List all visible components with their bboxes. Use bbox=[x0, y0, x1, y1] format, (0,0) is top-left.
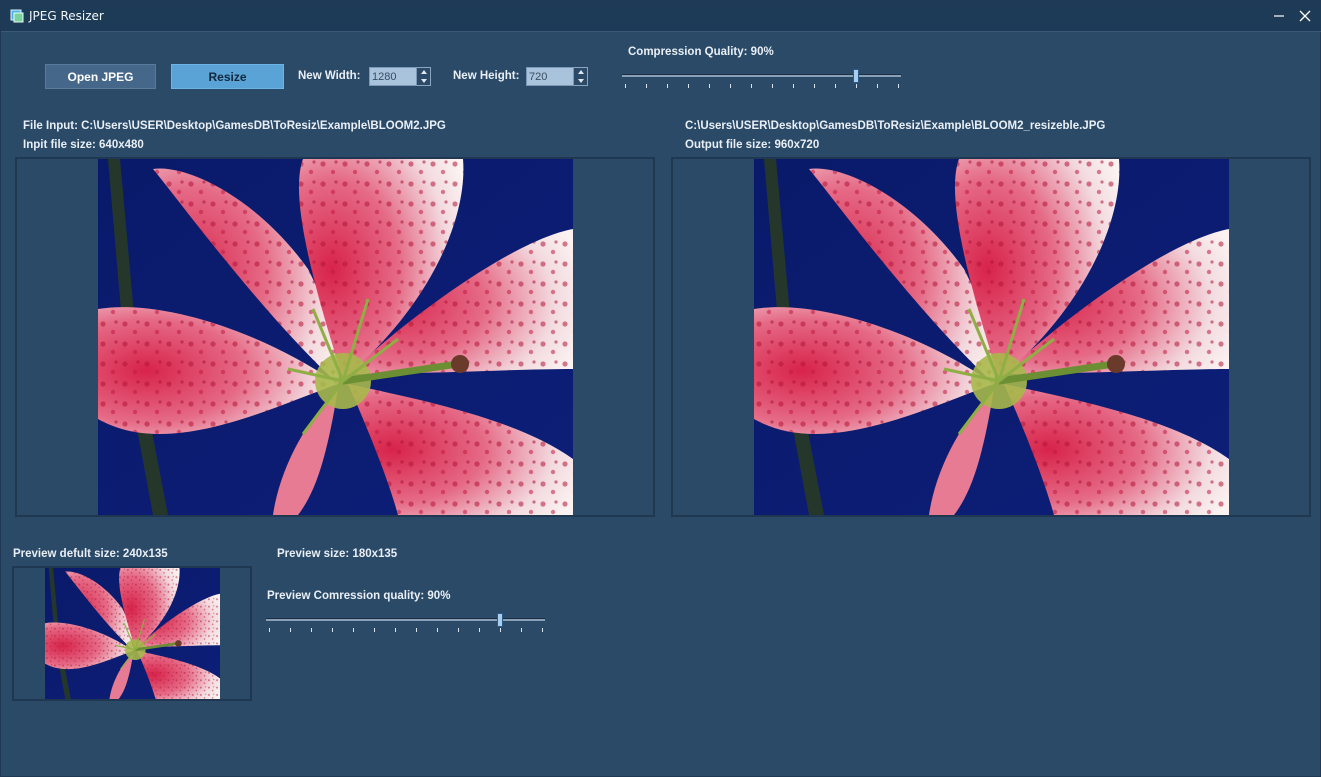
width-up-arrow-icon[interactable] bbox=[420, 70, 427, 75]
width-down-arrow-icon[interactable] bbox=[420, 78, 427, 83]
slider-tick bbox=[688, 84, 689, 88]
minimize-icon bbox=[1274, 15, 1284, 17]
slider-tick bbox=[437, 628, 438, 632]
slider-tick bbox=[730, 84, 731, 88]
slider-tick bbox=[542, 628, 543, 632]
width-spin-arrows bbox=[417, 67, 431, 86]
resize-button[interactable]: Resize bbox=[171, 64, 284, 89]
output-image-panel bbox=[671, 157, 1311, 517]
height-spin-arrows bbox=[574, 67, 588, 86]
app-window: JPEG Resizer Open JPEG Resize New Width:… bbox=[0, 0, 1321, 777]
slider-tick bbox=[751, 84, 752, 88]
preview-compression-quality-slider[interactable] bbox=[266, 613, 545, 638]
slider-tick bbox=[332, 628, 333, 632]
preview-compression-quality-label: Preview Comression quality: 90% bbox=[267, 590, 451, 602]
output-lily-image bbox=[754, 159, 1229, 515]
new-height-label: New Height: bbox=[453, 70, 520, 82]
slider-tick bbox=[898, 84, 899, 88]
height-down-arrow-icon[interactable] bbox=[577, 78, 584, 83]
slider-ticks bbox=[622, 84, 901, 88]
compression-quality-slider[interactable] bbox=[622, 69, 901, 94]
slider-tick bbox=[856, 84, 857, 88]
close-icon bbox=[1299, 10, 1311, 22]
slider-tick bbox=[416, 628, 417, 632]
slider-tick bbox=[835, 84, 836, 88]
input-image-panel bbox=[15, 157, 655, 517]
file-output-path: C:\Users\USER\Desktop\GamesDB\ToResiz\Ex… bbox=[685, 120, 1106, 132]
height-input[interactable] bbox=[526, 67, 574, 86]
app-icon bbox=[10, 9, 24, 23]
slider-tick bbox=[479, 628, 480, 632]
close-button[interactable] bbox=[1292, 5, 1318, 27]
slider-tick bbox=[374, 628, 375, 632]
preview-default-size-label: Preview defult size: 240x135 bbox=[13, 548, 168, 560]
compression-quality-label: Compression Quality: 90% bbox=[628, 46, 774, 58]
window-title: JPEG Resizer bbox=[29, 9, 104, 23]
slider-tick bbox=[458, 628, 459, 632]
slider-tick bbox=[500, 628, 501, 632]
slider-tick bbox=[793, 84, 794, 88]
new-width-label: New Width: bbox=[298, 70, 361, 82]
preview-lily-image bbox=[45, 568, 220, 699]
slider-ticks bbox=[266, 628, 545, 632]
slider-tick bbox=[269, 628, 270, 632]
open-jpeg-button[interactable]: Open JPEG bbox=[45, 64, 156, 89]
height-up-arrow-icon[interactable] bbox=[577, 70, 584, 75]
slider-tick bbox=[877, 84, 878, 88]
slider-tick bbox=[311, 628, 312, 632]
slider-tick bbox=[353, 628, 354, 632]
slider-tick bbox=[625, 84, 626, 88]
preview-size-label: Preview size: 180x135 bbox=[277, 548, 398, 560]
slider-track bbox=[622, 74, 901, 77]
width-input[interactable] bbox=[369, 67, 417, 86]
slider-track bbox=[266, 618, 545, 621]
height-spinbox bbox=[526, 67, 588, 86]
slider-tick bbox=[395, 628, 396, 632]
width-spinbox bbox=[369, 67, 431, 86]
slider-tick bbox=[290, 628, 291, 632]
slider-thumb[interactable] bbox=[497, 613, 504, 627]
slider-tick bbox=[709, 84, 710, 88]
slider-tick bbox=[646, 84, 647, 88]
output-file-size: Output file size: 960x720 bbox=[685, 139, 820, 151]
slider-tick bbox=[667, 84, 668, 88]
input-file-size: Inpit file size: 640x480 bbox=[23, 139, 144, 151]
file-input-path: File Input: C:\Users\USER\Desktop\GamesD… bbox=[23, 120, 446, 132]
slider-tick bbox=[814, 84, 815, 88]
minimize-button[interactable] bbox=[1266, 5, 1292, 27]
slider-thumb[interactable] bbox=[853, 69, 860, 83]
slider-tick bbox=[772, 84, 773, 88]
slider-tick bbox=[521, 628, 522, 632]
input-lily-image bbox=[98, 159, 573, 515]
preview-image-panel bbox=[12, 566, 252, 701]
title-bar: JPEG Resizer bbox=[1, 1, 1321, 32]
